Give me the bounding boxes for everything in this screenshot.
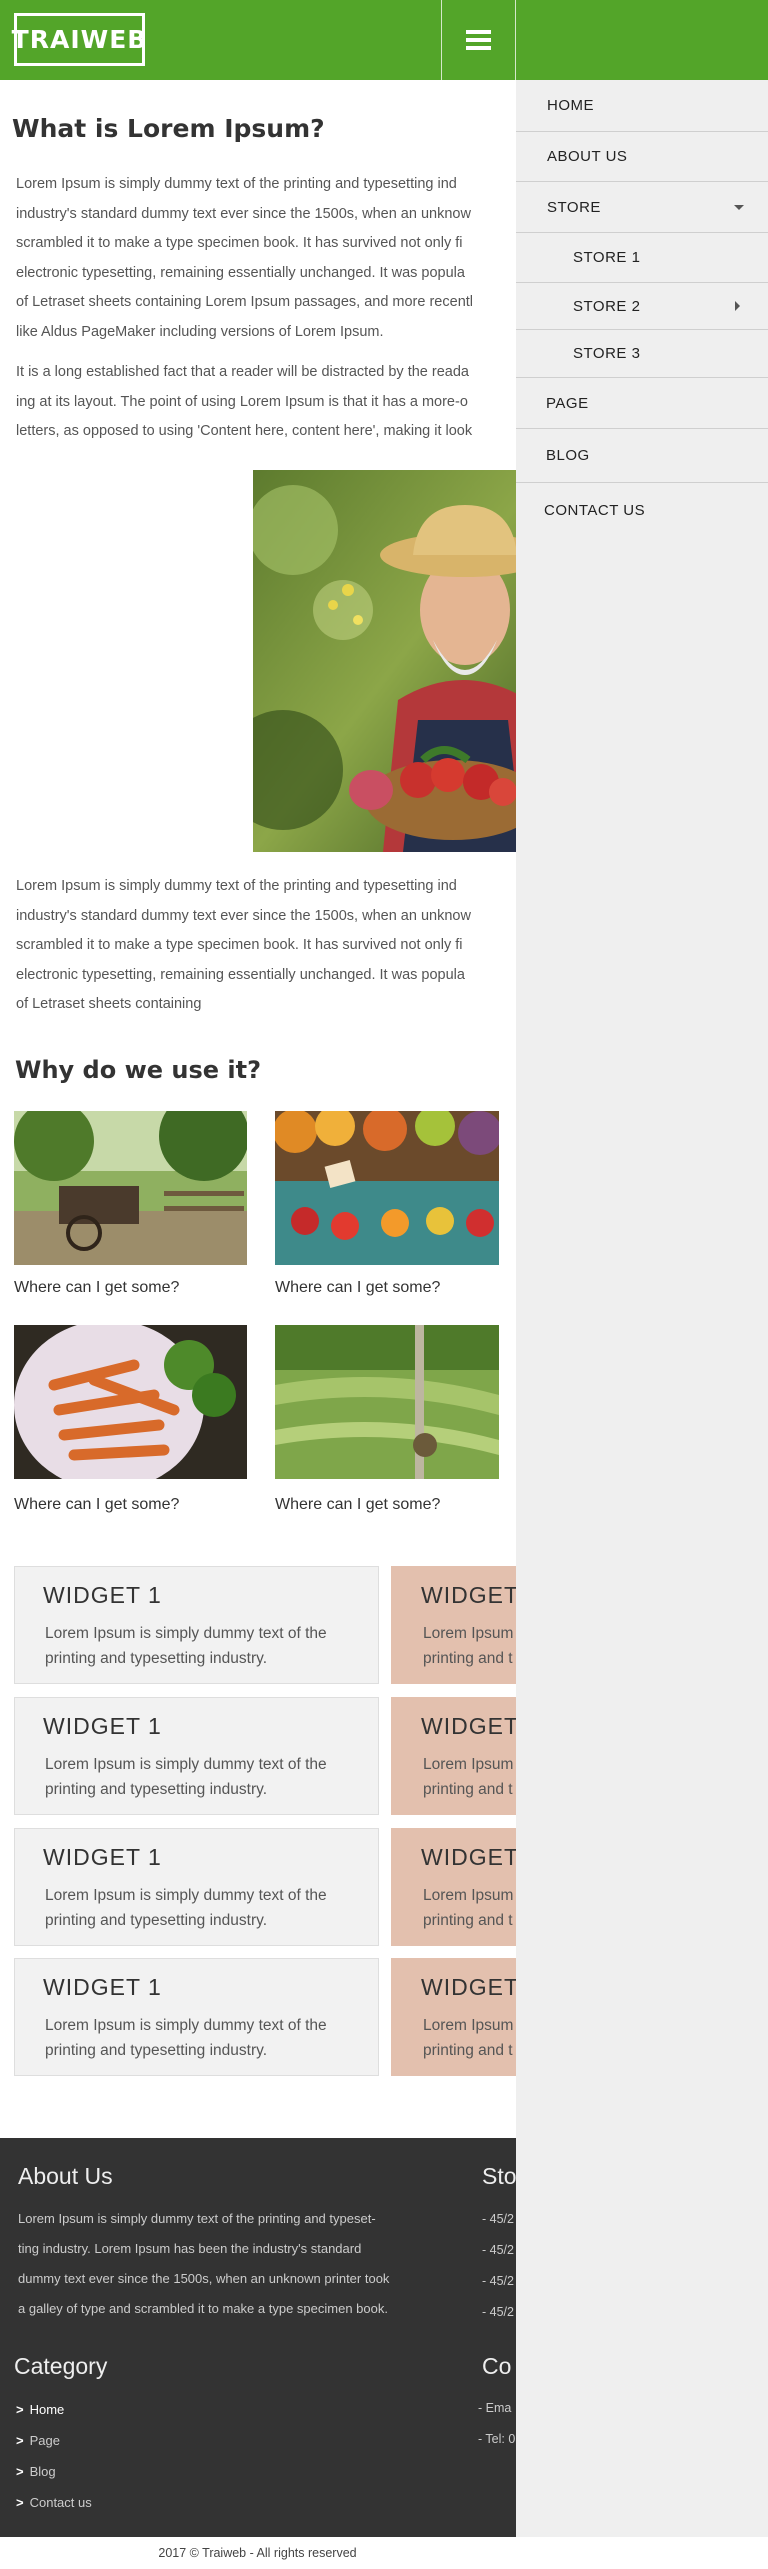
produce-market-thumbnail[interactable] <box>275 1111 499 1265</box>
chevron-down-icon[interactable] <box>734 204 744 210</box>
menu-item-store-1[interactable]: STORE 1 <box>516 233 768 283</box>
footer-link-blog[interactable]: > Blog <box>16 2464 92 2495</box>
widget-text: Lorem Ipsum printing and t <box>423 1625 514 1667</box>
menu-item-store-3[interactable]: STORE 3 <box>516 330 768 378</box>
widget-text: Lorem Ipsum is simply dummy text of the p… <box>45 1756 327 1798</box>
menu-item-blog[interactable]: BLOG <box>516 429 768 483</box>
footer-store-list: - 45/2- 45/2 - 45/2- 45/2 <box>482 2212 514 2319</box>
menu-item-store[interactable]: STORE <box>516 182 768 233</box>
widget-text: Lorem Ipsum printing and t <box>423 1887 514 1929</box>
widget-title: WIDGET 1 <box>43 1844 162 1870</box>
page-title: What is Lorem Ipsum? <box>12 114 325 143</box>
menu-item-about[interactable]: ABOUT US <box>516 132 768 182</box>
footer-about-title: About Us <box>18 2163 113 2189</box>
menu-item-store-2[interactable]: STORE 2 <box>516 283 768 330</box>
footer-category-list: > Home > Page > Blog > Contact us <box>16 2402 92 2526</box>
site-header: TRAIWEB <box>0 0 768 80</box>
widget-title: WIDGET 1 <box>43 1974 162 2000</box>
footer-about-text: Lorem Ipsum is simply dummy text of the … <box>18 2211 390 2316</box>
widget-text: Lorem Ipsum is simply dummy text of the p… <box>45 1625 327 1667</box>
widget-text: Lorem Ipsum printing and t <box>423 2017 514 2059</box>
hamburger-menu-icon[interactable] <box>441 0 515 80</box>
widget-text: Lorem Ipsum is simply dummy text of the p… <box>45 2017 327 2059</box>
widget-title: WIDGET <box>421 1713 519 1739</box>
widget-card: WIDGET 1 Lorem Ipsum is simply dummy tex… <box>14 1697 379 1815</box>
copyright-text: 2017 © Traiweb - All rights reserved <box>158 2546 357 2560</box>
widget-card: WIDGET 1 Lorem Ipsum is simply dummy tex… <box>14 1566 379 1684</box>
menu-item-page[interactable]: PAGE <box>516 378 768 429</box>
chevron-right-icon[interactable] <box>735 301 740 311</box>
widget-card: WIDGET 1 Lorem Ipsum is simply dummy tex… <box>14 1828 379 1946</box>
footer-link-page[interactable]: > Page <box>16 2433 92 2464</box>
thumbnail-caption[interactable]: Where can I get some? <box>14 1279 179 1297</box>
side-navigation-menu: HOME ABOUT US STORE STORE 1 STORE 2 STOR… <box>516 80 768 2537</box>
thumbnail-caption[interactable]: Where can I get some? <box>14 1496 179 1514</box>
header-divider <box>515 0 516 80</box>
widget-title: WIDGET 1 <box>43 1713 162 1739</box>
footer-category-title: Category <box>14 2353 108 2379</box>
footer-link-contact[interactable]: > Contact us <box>16 2495 92 2526</box>
section-title: Why do we use it? <box>15 1056 262 1084</box>
footer-contact-title: Co <box>482 2353 512 2379</box>
widget-title: WIDGET <box>421 1582 519 1608</box>
footer-contact-list: - Ema - Tel: 0 <box>478 2401 516 2446</box>
menu-item-contact[interactable]: CONTACT US <box>516 483 768 538</box>
farm-cart-thumbnail[interactable] <box>14 1111 247 1265</box>
carrots-thumbnail[interactable] <box>14 1325 247 1479</box>
footer-store-title: Sto <box>482 2163 517 2189</box>
footer-link-home[interactable]: > Home <box>16 2402 92 2433</box>
menu-item-home[interactable]: HOME <box>516 80 768 132</box>
thumbnail-caption[interactable]: Where can I get some? <box>275 1279 440 1297</box>
widget-text: Lorem Ipsum printing and t <box>423 1756 514 1798</box>
thumbnail-caption[interactable]: Where can I get some? <box>275 1496 440 1514</box>
widget-title: WIDGET <box>421 1844 519 1870</box>
gardener-photo <box>253 470 543 852</box>
widget-title: WIDGET <box>421 1974 519 2000</box>
widget-card: WIDGET 1 Lorem Ipsum is simply dummy tex… <box>14 1958 379 2076</box>
widget-title: WIDGET 1 <box>43 1582 162 1608</box>
widget-text: Lorem Ipsum is simply dummy text of the p… <box>45 1887 327 1929</box>
site-logo[interactable]: TRAIWEB <box>12 13 146 66</box>
rice-field-thumbnail[interactable] <box>275 1325 499 1479</box>
